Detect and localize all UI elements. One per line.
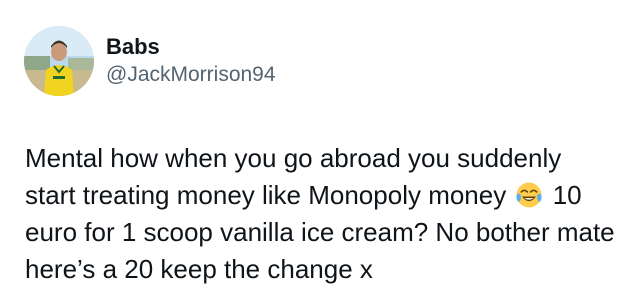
profile-photo-icon (24, 26, 94, 96)
face-with-tears-of-joy-icon (516, 182, 543, 208)
avatar[interactable] (24, 26, 94, 96)
tweet-card: Babs @JackMorrison94 Mental how when you… (0, 0, 631, 304)
tweet-text: Mental how when you go abroad you sudden… (25, 140, 615, 288)
user-handle[interactable]: @JackMorrison94 (106, 61, 276, 89)
display-name[interactable]: Babs (106, 33, 276, 61)
tweet-text-part-1: Mental how when you go abroad you sudden… (25, 143, 562, 210)
tweet-header: Babs @JackMorrison94 (24, 26, 276, 96)
author-names: Babs @JackMorrison94 (106, 33, 276, 89)
